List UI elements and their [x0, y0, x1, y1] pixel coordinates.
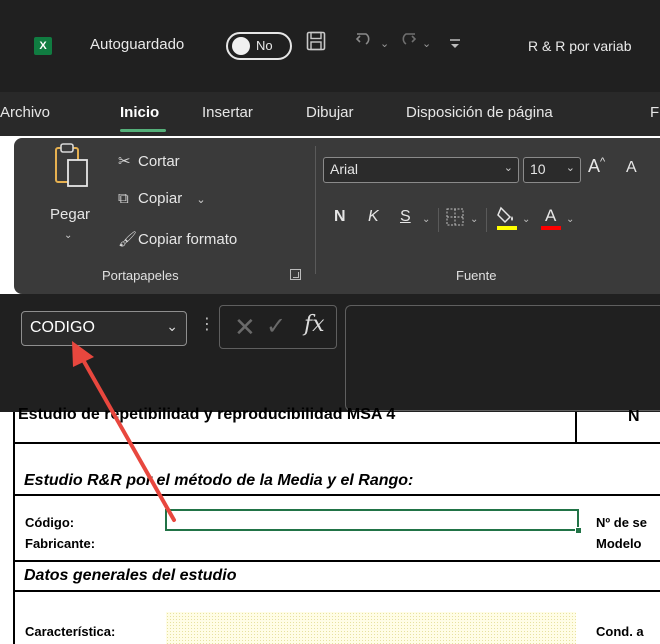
tab-formulas[interactable]: F [650, 104, 659, 121]
undo-icon[interactable] [354, 28, 376, 57]
font-name-value: Arial [330, 161, 359, 177]
italic-button[interactable]: K [368, 208, 379, 226]
underline-button[interactable]: S [400, 208, 411, 226]
clipboard-dialog-launcher-icon[interactable] [290, 269, 301, 280]
copy-label: Copiar [138, 190, 183, 207]
cell-border [13, 442, 660, 444]
tab-insertar[interactable]: Insertar [202, 104, 253, 121]
cond-label: Cond. a [596, 624, 644, 639]
chevron-down-icon: ⌄ [565, 162, 575, 174]
cut-button[interactable]: ✂ Cortar [118, 152, 180, 170]
scissors-icon: ✂ [118, 153, 131, 170]
caracteristica-cell[interactable] [166, 612, 576, 644]
group-separator [315, 146, 316, 274]
bold-button[interactable]: N [334, 208, 346, 226]
cell-border [575, 412, 577, 442]
divider [486, 208, 487, 232]
copy-button[interactable]: ⧉ Copiar ⌄ [118, 190, 206, 207]
save-icon[interactable] [306, 30, 326, 58]
ribbon-home: Pegar ⌄ ✂ Cortar ⧉ Copiar ⌄ 🖌Copiar format… [14, 138, 660, 294]
chevron-down-icon[interactable]: ⌄ [166, 318, 178, 335]
title-bar: X Autoguardado No ⌄ ⌄ R & R por variab [0, 0, 660, 92]
font-name-select[interactable]: Arial ⌄ [323, 157, 519, 183]
font-size-value: 10 [530, 161, 546, 177]
autosave-state: No [256, 38, 273, 53]
formula-controls: ✕ ✓ fx [219, 305, 337, 349]
undo-dropdown-icon[interactable]: ⌄ [380, 37, 389, 50]
excel-logo-icon: X [34, 37, 52, 55]
sheet-title: Estudio de repetibilidad y reproducibili… [18, 406, 396, 423]
sheet-title-right: N [628, 408, 640, 425]
name-box[interactable]: CODIGO ⌄ [21, 311, 187, 346]
toggle-knob [232, 37, 250, 55]
serie-label: Nº de se [596, 515, 647, 530]
autosave-toggle[interactable]: No [226, 32, 292, 60]
font-size-select[interactable]: 10 ⌄ [523, 157, 581, 183]
section-title-general-data: Datos generales del estudio [24, 567, 237, 584]
fill-color-icon[interactable] [496, 204, 518, 236]
svg-text:A: A [545, 206, 557, 225]
increase-font-size-icon[interactable]: A^ [588, 156, 605, 177]
format-painter-label: Copiar formato [138, 231, 238, 248]
vertical-dots-icon[interactable]: ⋮ [199, 314, 215, 334]
ribbon-tabs: Archivo Inicio Insertar Dibujar Disposic… [0, 92, 660, 136]
format-painter-button[interactable]: 🖌Copiar formato [118, 230, 237, 248]
caracteristica-label: Característica: [25, 624, 116, 639]
borders-icon[interactable] [446, 208, 464, 230]
tab-disposicion-pagina[interactable]: Disposición de página [406, 104, 553, 121]
name-box-value: CODIGO [30, 319, 95, 336]
cell-border [13, 412, 15, 644]
copy-icon: ⧉ [118, 190, 129, 207]
copy-dropdown-icon[interactable]: ⌄ [196, 194, 205, 206]
cell-border [13, 590, 660, 592]
document-title: R & R por variab [528, 38, 632, 54]
paste-button-label[interactable]: Pegar [50, 206, 90, 223]
fill-handle[interactable] [575, 527, 582, 534]
active-tab-indicator [120, 129, 166, 132]
codigo-cell[interactable] [165, 509, 579, 531]
fill-color-dropdown-icon[interactable]: ⌄ [522, 214, 530, 225]
format-painter-icon: 🖌 [118, 231, 138, 248]
tab-inicio[interactable]: Inicio [120, 104, 159, 121]
codigo-label: Código: [25, 515, 75, 530]
borders-dropdown-icon[interactable]: ⌄ [470, 214, 478, 225]
underline-dropdown-icon[interactable]: ⌄ [422, 214, 430, 225]
formula-input[interactable] [345, 305, 660, 411]
redo-icon[interactable] [396, 28, 418, 57]
customize-qat-icon[interactable] [449, 32, 461, 60]
tab-dibujar[interactable]: Dibujar [306, 104, 354, 121]
confirm-entry-icon[interactable]: ✓ [266, 312, 286, 341]
tab-archivo[interactable]: Archivo [0, 104, 50, 121]
font-color-dropdown-icon[interactable]: ⌄ [566, 214, 574, 225]
autosave-label: Autoguardado [90, 36, 185, 53]
chevron-down-icon: ⌄ [503, 162, 513, 174]
worksheet: Estudio de repetibilidad y reproducibili… [0, 406, 660, 644]
clipboard-group-label: Portapapeles [102, 268, 179, 283]
section-title-method: Estudio R&R por el método de la Media y … [24, 472, 414, 489]
font-color-icon[interactable]: A [540, 204, 562, 236]
font-group-label: Fuente [456, 268, 497, 283]
cell-border [13, 494, 660, 496]
fabricante-label: Fabricante: [25, 536, 96, 551]
redo-dropdown-icon[interactable]: ⌄ [422, 37, 431, 50]
cut-label: Cortar [138, 153, 180, 170]
cell-border [13, 560, 660, 562]
modelo-label: Modelo [596, 536, 642, 551]
divider [438, 208, 439, 232]
cancel-entry-icon[interactable]: ✕ [234, 312, 256, 343]
paste-icon[interactable] [54, 142, 88, 190]
insert-function-button[interactable]: fx [304, 312, 325, 337]
decrease-font-size-icon[interactable]: A [626, 159, 637, 177]
paste-dropdown-icon[interactable]: ⌄ [64, 230, 72, 241]
